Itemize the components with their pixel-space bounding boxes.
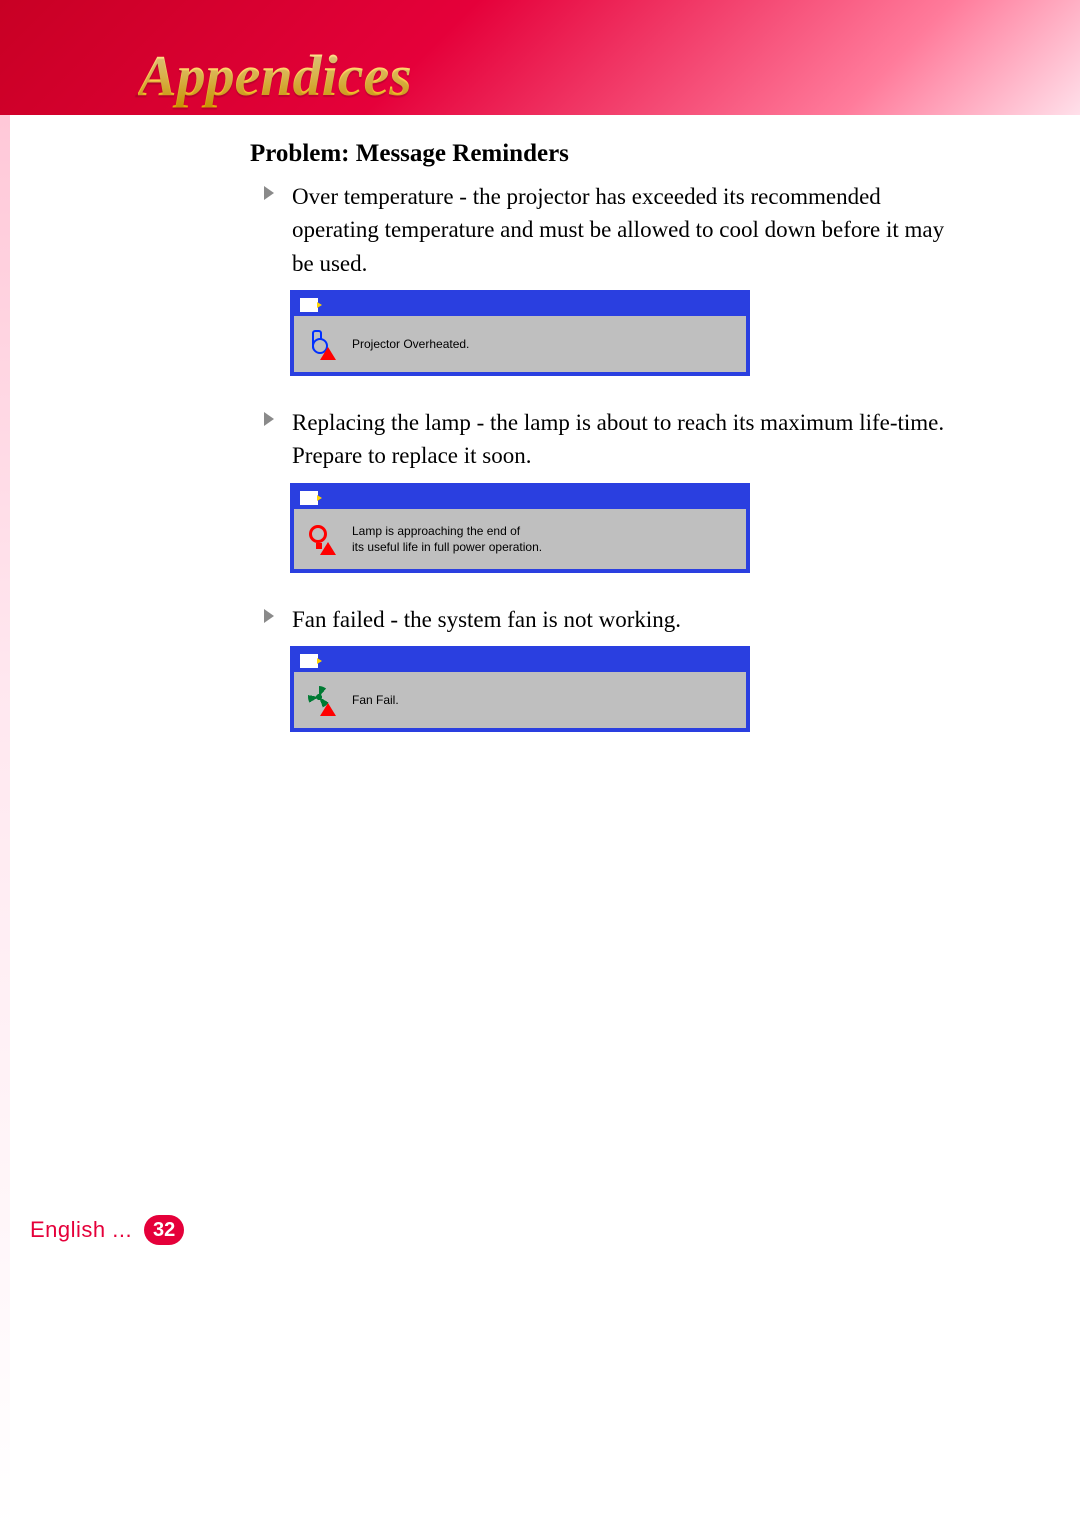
- projector-icon: [300, 491, 318, 505]
- message-dialog: Fan Fail.: [290, 646, 750, 732]
- message-dialog: Lamp is approaching the end of its usefu…: [290, 483, 750, 573]
- left-gradient-stripe: [0, 115, 10, 1532]
- projector-icon: [300, 298, 318, 312]
- header-title: Appendices: [138, 42, 412, 109]
- bullet-text: Over temperature - the projector has exc…: [292, 180, 970, 280]
- dialog-text: Projector Overheated.: [352, 336, 469, 352]
- page-root: Appendices Problem: Message Reminders Ov…: [0, 0, 1080, 1532]
- fan-warning-icon: [306, 686, 334, 714]
- dialog-body: Fan Fail.: [294, 672, 746, 728]
- lamp-warning-icon: [306, 525, 334, 553]
- dialog-body: Lamp is approaching the end of its usefu…: [294, 509, 746, 569]
- bullet-triangle-icon: [264, 186, 282, 200]
- section-heading: Problem: Message Reminders: [250, 140, 970, 168]
- dialog-titlebar: [294, 487, 746, 509]
- header-band: Appendices: [0, 0, 1080, 115]
- dialog-body: Projector Overheated.: [294, 316, 746, 372]
- dialog-titlebar: [294, 650, 746, 672]
- thermometer-warning-icon: [306, 330, 334, 358]
- page-number-badge: 32: [144, 1215, 184, 1245]
- footer-language: English ...: [30, 1217, 132, 1243]
- message-dialog: Projector Overheated.: [290, 290, 750, 376]
- dialog-titlebar: [294, 294, 746, 316]
- projector-icon: [300, 654, 318, 668]
- bullet-triangle-icon: [264, 412, 282, 426]
- footer: English ... 32: [30, 1214, 184, 1246]
- content-area: Problem: Message Reminders Over temperat…: [250, 140, 970, 762]
- bullet-text: Replacing the lamp - the lamp is about t…: [292, 406, 970, 473]
- bullet-item: Fan failed - the system fan is not worki…: [264, 603, 970, 636]
- dialog-text: Fan Fail.: [352, 692, 399, 708]
- dialog-text: Lamp is approaching the end of its usefu…: [352, 523, 542, 555]
- bullet-triangle-icon: [264, 609, 282, 623]
- bullet-text: Fan failed - the system fan is not worki…: [292, 603, 681, 636]
- bullet-item: Over temperature - the projector has exc…: [264, 180, 970, 280]
- bullet-item: Replacing the lamp - the lamp is about t…: [264, 406, 970, 473]
